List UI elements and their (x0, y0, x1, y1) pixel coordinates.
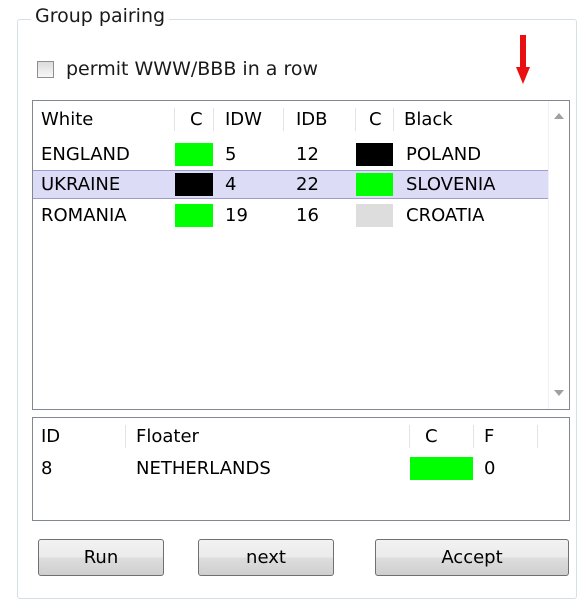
black-color-swatch (356, 204, 393, 227)
black-color-swatch (356, 173, 393, 196)
col-header-black[interactable]: Black (404, 105, 453, 134)
white-team: UKRAINE (41, 174, 121, 195)
white-color-swatch (175, 143, 213, 166)
col-header-idw[interactable]: IDW (225, 105, 262, 134)
white-color-swatch (175, 173, 213, 196)
black-color-swatch (356, 143, 393, 166)
run-button[interactable]: Run (38, 539, 164, 576)
col-header-black-color[interactable]: C (369, 105, 382, 134)
white-id: 5 (225, 144, 237, 165)
permit-checkbox[interactable] (37, 60, 54, 78)
next-button[interactable]: next (198, 539, 334, 576)
pairing-table-header: White C IDW IDB C Black (33, 105, 549, 134)
white-color-swatch (175, 204, 213, 227)
col-header-id[interactable]: ID (41, 422, 60, 451)
scroll-up-arrow-icon[interactable] (554, 113, 564, 119)
permit-label[interactable]: permit WWW/BBB in a row (66, 58, 318, 80)
group-title: Group pairing (31, 3, 170, 29)
pairing-table[interactable]: White C IDW IDB C Black ENGLAND 5 12 POL… (32, 100, 570, 410)
pairing-row[interactable]: ROMANIA 19 16 CROATIA (33, 201, 549, 230)
col-header-idb[interactable]: IDB (296, 105, 328, 134)
floater-row[interactable]: 8 NETHERLANDS 0 (33, 454, 549, 483)
floater-table-header: ID Floater C F (33, 422, 549, 451)
black-id: 22 (296, 174, 319, 195)
black-id: 12 (296, 144, 319, 165)
pairing-row-selected[interactable]: UKRAINE 4 22 SLOVENIA (33, 170, 549, 199)
accept-button[interactable]: Accept (375, 539, 569, 576)
pairing-scrollbar[interactable] (548, 101, 569, 409)
pairing-row[interactable]: ENGLAND 5 12 POLAND (33, 140, 549, 169)
floater-id: 8 (41, 458, 53, 479)
black-id: 16 (296, 205, 319, 226)
black-team: CROATIA (406, 205, 485, 226)
col-header-floater[interactable]: Floater (136, 422, 199, 451)
black-team: SLOVENIA (406, 174, 496, 195)
black-team: POLAND (406, 144, 482, 165)
white-team: ENGLAND (41, 144, 130, 165)
scroll-down-arrow-icon[interactable] (554, 390, 564, 396)
white-id: 19 (225, 205, 248, 226)
col-header-white-color[interactable]: C (190, 105, 203, 134)
floater-table[interactable]: ID Floater C F 8 NETHERLANDS 0 (32, 417, 570, 521)
col-header-white[interactable]: White (41, 105, 93, 134)
col-header-f[interactable]: F (484, 422, 494, 451)
floater-team: NETHERLANDS (136, 458, 271, 479)
red-down-arrow-icon (516, 35, 530, 84)
permit-checkbox-row[interactable]: permit WWW/BBB in a row (37, 56, 318, 82)
floater-color-swatch (410, 457, 473, 480)
white-id: 4 (225, 174, 237, 195)
col-header-floater-color[interactable]: C (425, 422, 438, 451)
floater-f-value: 0 (484, 458, 496, 479)
white-team: ROMANIA (41, 205, 127, 226)
